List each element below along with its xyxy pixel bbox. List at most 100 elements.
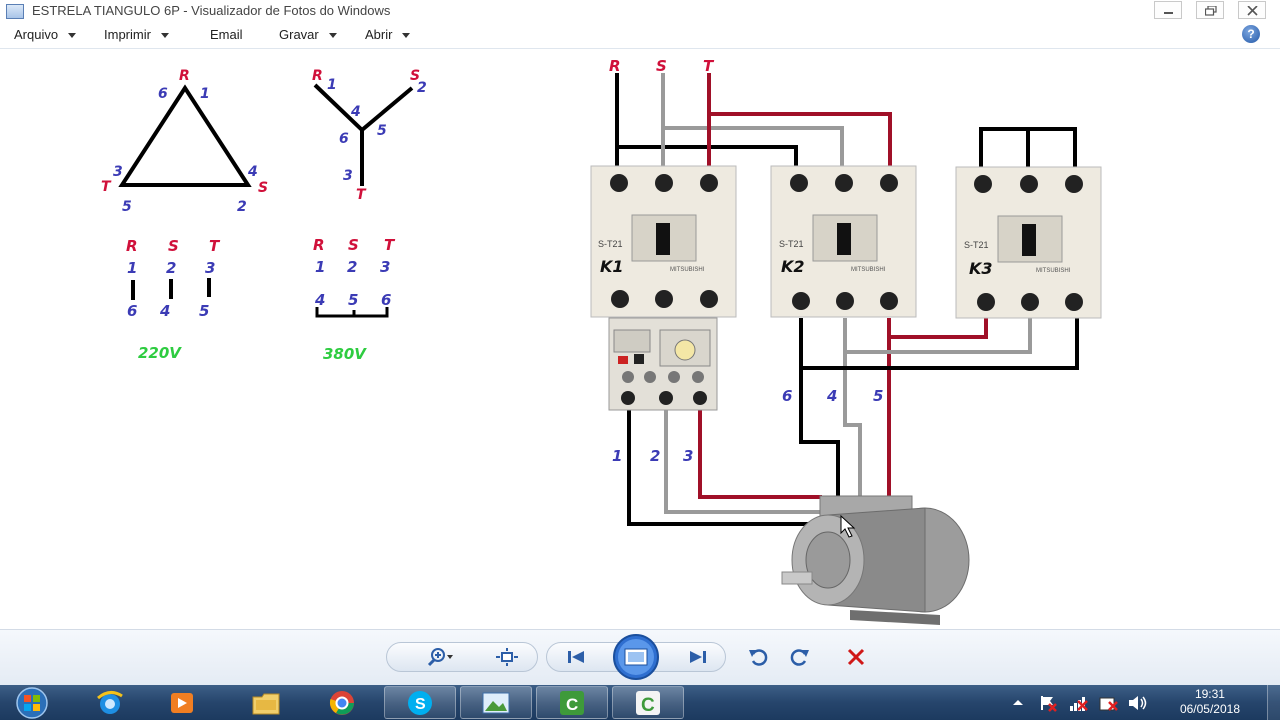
supply-t: T [703, 57, 715, 75]
delta-phase-s: S [168, 237, 179, 255]
delta-top-num: 1 [127, 259, 137, 277]
taskbar-skype[interactable]: S [384, 686, 456, 719]
fit-window-button[interactable] [490, 642, 524, 672]
volume-icon[interactable] [1127, 693, 1149, 713]
taskbar-media-player[interactable] [146, 686, 218, 719]
star-phase-s: S [348, 236, 359, 254]
menu-gravar[interactable]: Gravar [279, 27, 337, 42]
menu-email[interactable]: Email [210, 27, 243, 42]
star-num: 1 [327, 77, 337, 93]
delta-vertex-t: T [101, 179, 112, 195]
star-num: 5 [377, 123, 387, 139]
contactor-k2: S-T21 MITSUBISHI K2 [770, 165, 917, 318]
supply-s: S [656, 57, 667, 75]
k1-label: K1 [600, 257, 624, 276]
terminal-label: 3 [683, 447, 693, 465]
delta-vertex-s: S [258, 180, 268, 196]
contactor-brand: MITSUBISHI [851, 267, 886, 273]
show-desktop-button[interactable] [1267, 685, 1280, 720]
slideshow-button[interactable] [611, 634, 661, 680]
clock[interactable]: 19:31 06/05/2018 [1180, 687, 1240, 717]
contactor-k1: S-T21 MITSUBISHI K1 [590, 165, 737, 318]
photo-viewer-app-icon [6, 4, 24, 19]
media-player-icon [171, 692, 193, 713]
previous-icon [568, 651, 584, 663]
delta-num: 5 [122, 199, 132, 215]
network-icon[interactable] [1068, 693, 1090, 713]
delete-icon [847, 648, 865, 666]
terminal-label: 2 [650, 447, 660, 465]
help-button[interactable]: ? [1242, 25, 1260, 43]
camtasia-icon: C [560, 690, 584, 715]
zoom-button[interactable] [418, 642, 462, 672]
action-center-icon[interactable] [1038, 693, 1058, 713]
delta-diagram: R 6 1 3 T 5 4 S 2 R S T 1 2 3 6 4 5 220V [101, 68, 268, 362]
clock-date: 06/05/2018 [1179, 702, 1240, 716]
svg-text:C: C [566, 695, 578, 714]
star-top-num: 3 [380, 258, 390, 276]
next-button[interactable] [680, 642, 714, 672]
taskbar-photo-viewer[interactable] [460, 686, 532, 719]
star-top-num: 2 [347, 258, 357, 276]
camtasia-recorder-icon: C [636, 690, 660, 716]
menu-label: Email [210, 27, 243, 42]
delta-num: 3 [113, 164, 123, 180]
delta-top-num: 3 [205, 259, 215, 277]
menu-label: Imprimir [104, 27, 151, 42]
star-num: 3 [343, 168, 353, 184]
delta-num: 2 [237, 199, 247, 215]
contactor-brand: MITSUBISHI [670, 267, 705, 273]
viewer-toolbar [0, 629, 1280, 686]
slideshow-icon [613, 634, 659, 680]
star-diagram: R 1 S 2 4 5 6 3 T R S T 1 2 3 4 5 6 380V [312, 68, 427, 363]
delta-num: 4 [247, 164, 258, 180]
start-button[interactable] [2, 686, 62, 719]
delta-phase-r: R [126, 237, 138, 255]
window-title: ESTRELA TIANGULO 6P - Visualizador de Fo… [32, 3, 391, 18]
show-hidden-icons-icon[interactable] [1012, 697, 1024, 707]
contactor-model: S-T21 [964, 240, 989, 250]
star-top-num: 1 [315, 258, 325, 276]
close-window-button[interactable] [1238, 1, 1266, 19]
taskbar-chrome[interactable] [306, 686, 378, 719]
previous-button[interactable] [560, 642, 594, 672]
taskbar-internet-explorer[interactable] [74, 686, 146, 719]
taskbar-file-explorer[interactable] [230, 686, 302, 719]
delta-vertex-r: R [179, 68, 190, 84]
rotate-left-button[interactable] [742, 642, 774, 672]
skype-icon: S [408, 690, 432, 715]
rotate-right-button[interactable] [784, 642, 816, 672]
delta-bottom-num: 4 [159, 302, 170, 320]
minimize-button[interactable] [1154, 1, 1182, 19]
star-lines [313, 83, 414, 186]
photo-viewer-icon [482, 692, 510, 713]
star-t: T [356, 187, 367, 203]
menu-label: Abrir [365, 27, 393, 42]
next-icon [690, 651, 706, 663]
delta-num: 1 [200, 86, 210, 102]
restore-button[interactable] [1196, 1, 1224, 19]
menu-abrir[interactable]: Abrir [365, 27, 411, 42]
rotate-right-icon [790, 649, 809, 666]
k2-label: K2 [781, 257, 805, 276]
menu-bar: Arquivo Imprimir Email Gravar Abrir [0, 22, 1280, 49]
contactor-model: S-T21 [598, 239, 623, 249]
fit-window-icon [496, 648, 518, 666]
close-icon [1247, 6, 1258, 16]
menu-arquivo[interactable]: Arquivo [14, 27, 77, 42]
taskbar-camtasia-recorder[interactable]: C [612, 686, 684, 719]
svg-text:C: C [641, 695, 655, 716]
title-bar: ESTRELA TIANGULO 6P - Visualizador de Fo… [0, 0, 1280, 23]
delta-top-num: 2 [166, 259, 176, 277]
windows-start-icon [16, 686, 48, 719]
menu-imprimir[interactable]: Imprimir [104, 27, 169, 42]
menu-label: Arquivo [14, 27, 59, 42]
delete-button[interactable] [838, 642, 874, 672]
device-icon[interactable] [1097, 693, 1119, 713]
delta-bottom-num: 5 [199, 302, 209, 320]
delta-num: 6 [158, 86, 168, 102]
delta-voltage: 220V [138, 344, 182, 362]
taskbar-camtasia[interactable]: C [536, 686, 608, 719]
motor [781, 495, 970, 625]
wiring-diagram: R 6 1 3 T 5 4 S 2 R S T 1 2 3 6 4 5 220V… [101, 57, 1102, 625]
